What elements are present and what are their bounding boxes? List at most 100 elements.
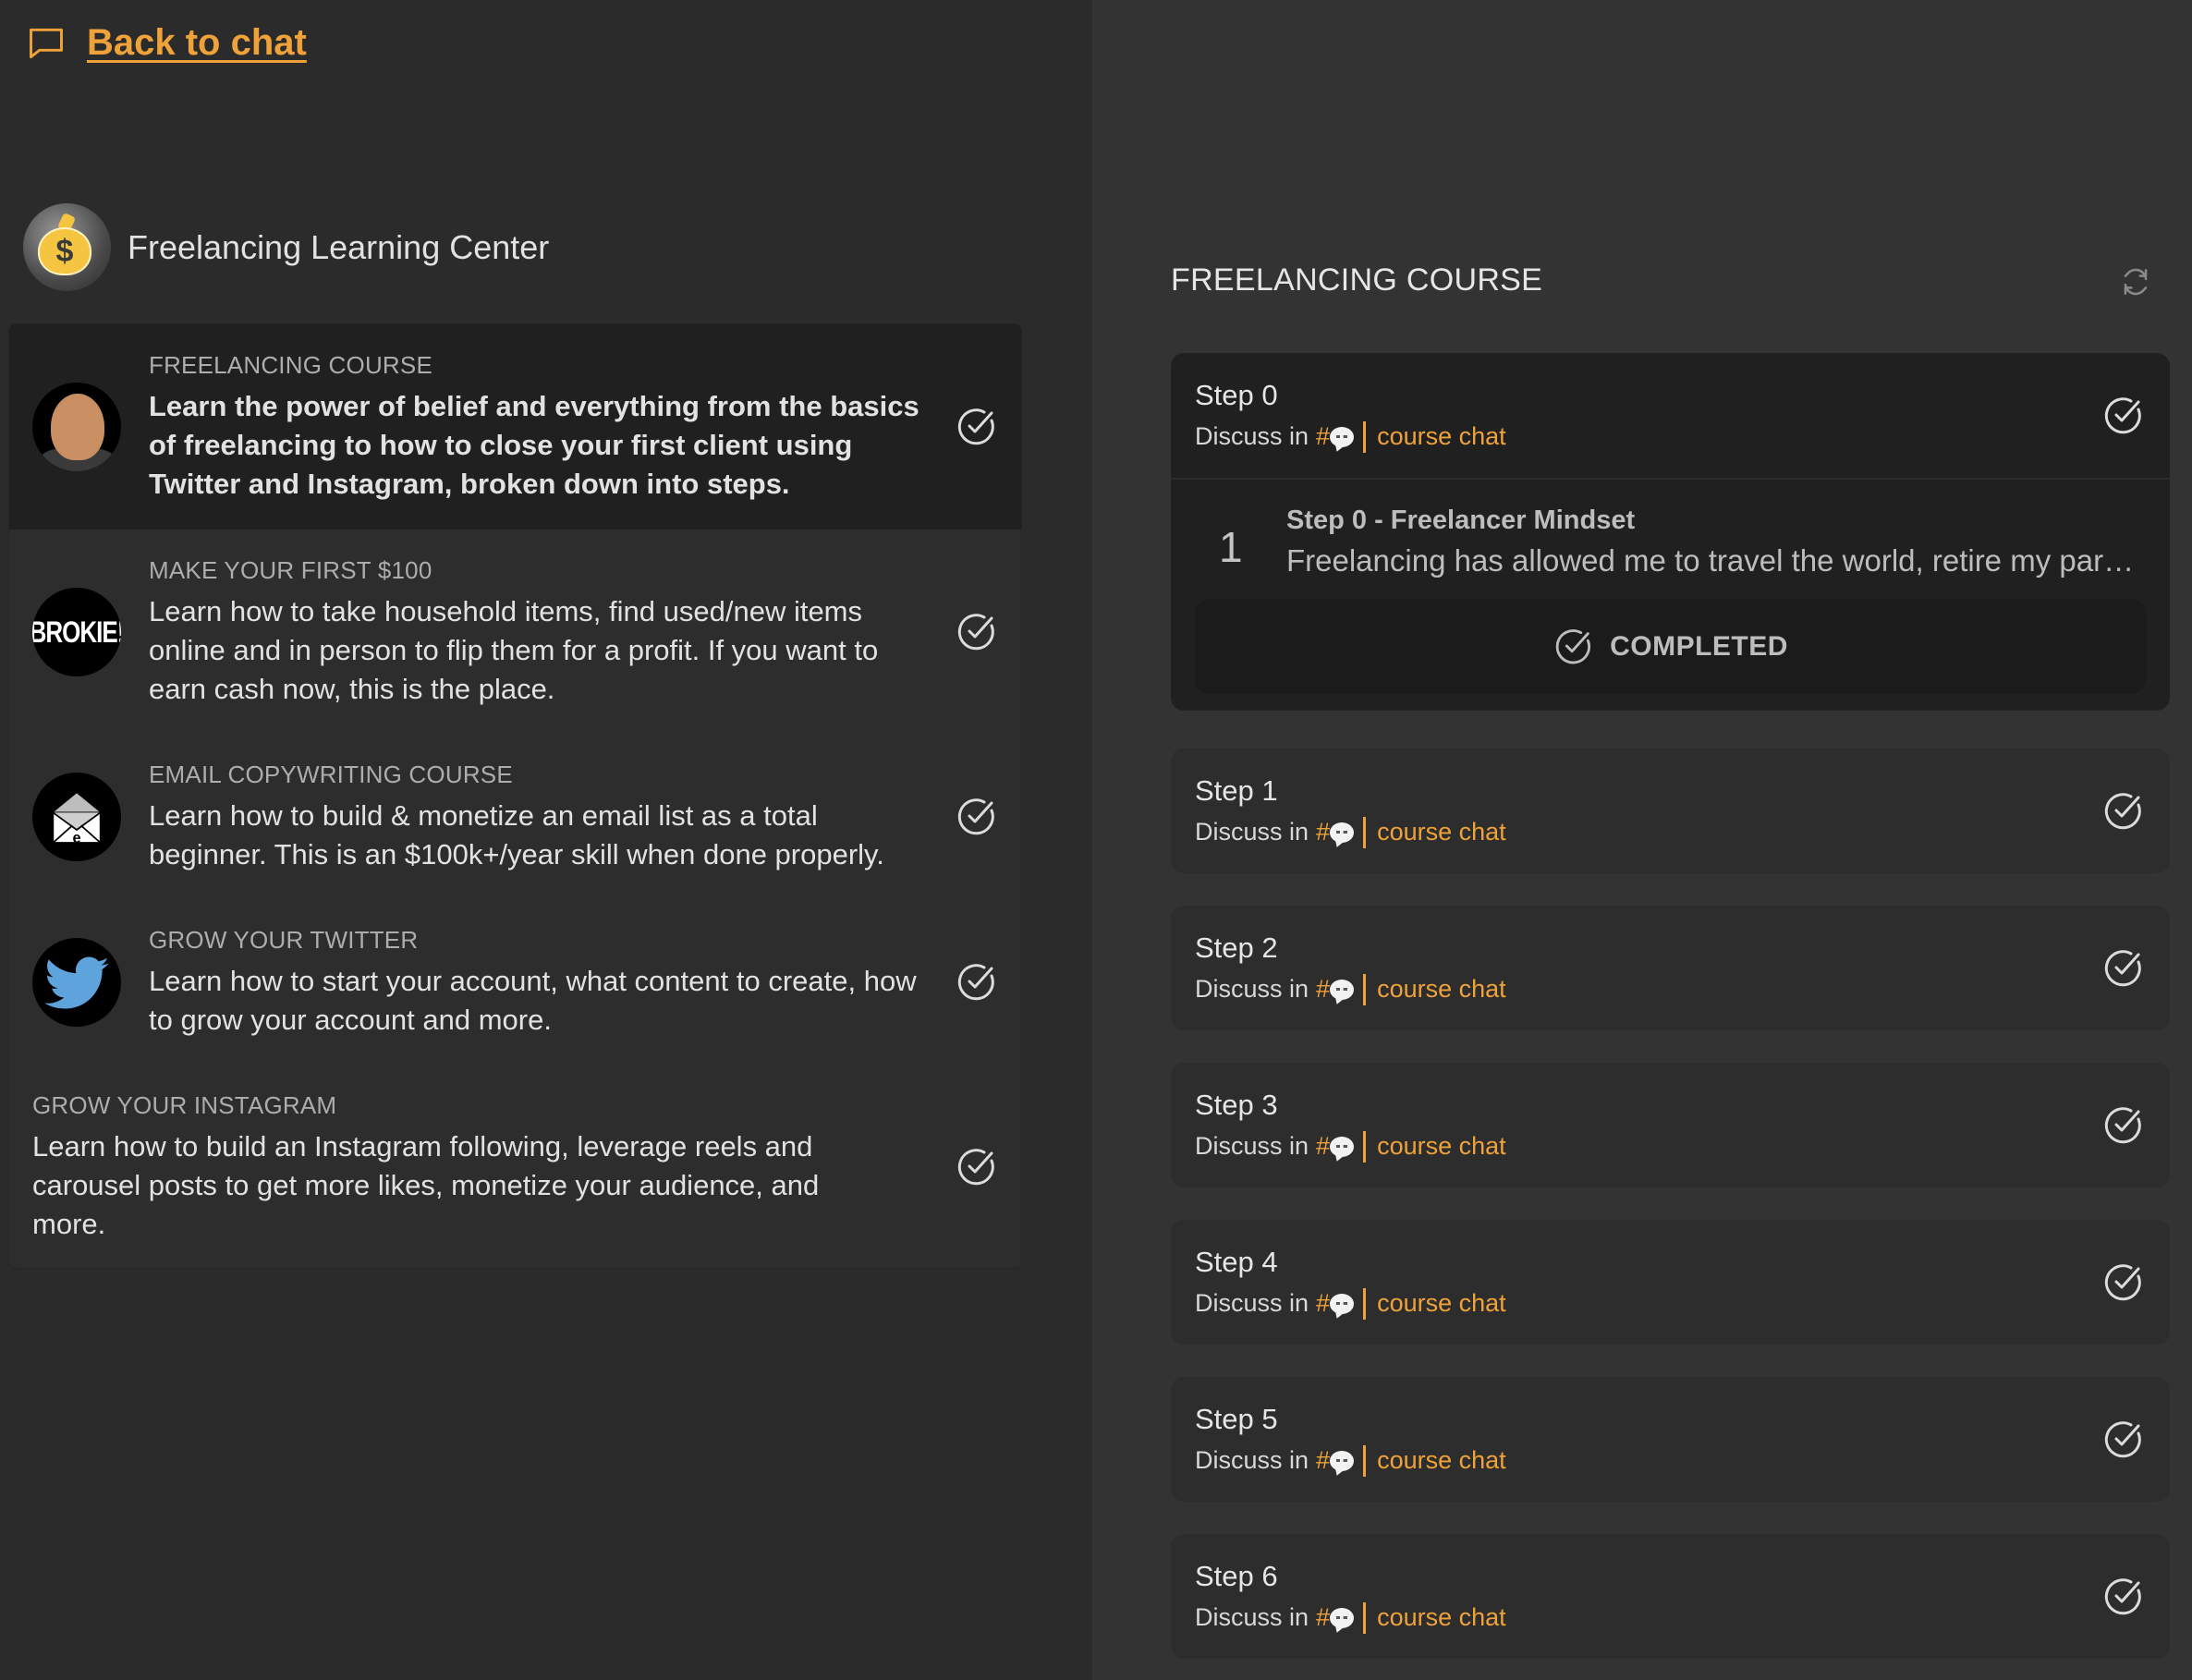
course-sidebar: Back to chat $ Freelancing Learning Cent… [0,0,1092,1680]
refresh-icon[interactable] [2118,264,2153,299]
channel-hash: # [1316,1446,1331,1474]
speech-bubble-icon [1330,1293,1355,1314]
step-header[interactable]: Step 2 Discuss in # course chat [1171,906,2170,1030]
channel-separator [1363,1287,1367,1320]
check-circle-icon [2104,1263,2141,1300]
svg-text:e: e [72,830,80,846]
discuss-prefix: Discuss in [1195,1289,1309,1317]
channel-hash: # [1316,1132,1331,1160]
check-circle-icon [2104,792,2141,829]
course-description: Learn how to build & monetize an email l… [149,798,884,870]
step-card[interactable]: Step 5 Discuss in # course chat [1171,1377,2170,1502]
course-item-instagram[interactable]: GROW YOUR INSTAGRAM Learn how to build a… [9,1065,1021,1268]
channel-hash: # [1316,422,1331,450]
step-header[interactable]: Step 3 Discuss in # course chat [1171,1063,2170,1187]
step-header[interactable]: Step 6 Discuss in # course chat [1171,1534,2170,1659]
channel-separator [1363,420,1367,453]
course-item-freelancing[interactable]: FREELANCING COURSE Learn the power of be… [9,324,1021,530]
discuss-prefix: Discuss in [1195,422,1309,450]
course-description: Learn how to start your account, what co… [149,964,917,1036]
discuss-line: Discuss in # course chat [1195,1444,1506,1477]
chat-bubble-icon [30,28,63,58]
step-header[interactable]: Step 5 Discuss in # course chat [1171,1377,2170,1502]
course-label: EMAIL COPYWRITING COURSE [149,760,513,788]
lesson-item[interactable]: 1 Step 0 - Freelancer Mindset Freelancing … [1171,480,2170,578]
check-circle-icon [2104,1106,2141,1143]
course-description: Learn how to build an Instagram followin… [32,1129,820,1240]
speech-bubble-icon [1330,1607,1355,1628]
course-item-email-copywriting[interactable]: e EMAIL COPYWRITING COURSE Learn how to … [9,735,1021,899]
discuss-line: Discuss in # course chat [1195,973,1506,1005]
step-card[interactable]: Step 6 Discuss in # course chat [1171,1534,2170,1659]
learning-center-title: Freelancing Learning Center [128,227,550,266]
channel-separator [1363,973,1367,1005]
email-envelope-logo: e [32,773,121,861]
step-card[interactable]: Step 1 Discuss in # course chat [1171,749,2170,873]
step-header[interactable]: Step 1 Discuss in # course chat [1171,749,2170,873]
channel-hash: # [1316,818,1331,846]
money-bag-globe-logo: $ [23,203,111,291]
course-item-twitter[interactable]: GROW YOUR TWITTER Learn how to start you… [9,899,1021,1065]
completed-button[interactable]: COMPLETED [1195,599,2146,694]
step-card[interactable]: Step 0 Discuss in # course chat 1 Step 0 - Fr… [1171,353,2170,711]
twitter-bird-icon [44,956,109,1009]
instructor-photo [32,383,121,471]
check-circle-icon [957,614,994,651]
course-chat-link[interactable]: course chat [1377,422,1506,451]
course-label: FREELANCING COURSE [149,350,432,379]
course-chat-link[interactable]: course chat [1377,1603,1506,1632]
course-description: Learn the power of belief and everything… [149,389,919,500]
course-item-first-100[interactable]: BROKIE! MAKE YOUR FIRST $100 Learn how t… [9,530,1021,735]
discuss-line: Discuss in # course chat [1195,1601,1506,1634]
step-header[interactable]: Step 0 Discuss in # course chat [1171,353,2170,478]
step-title: Step 5 [1195,1402,1278,1435]
course-chat-link[interactable]: course chat [1377,818,1506,846]
discuss-line: Discuss in # course chat [1195,1130,1506,1163]
check-circle-icon [957,408,994,445]
step-title: Step 2 [1195,931,1278,964]
discuss-prefix: Discuss in [1195,818,1309,846]
course-label: GROW YOUR INSTAGRAM [32,1090,337,1119]
step-card[interactable]: Step 2 Discuss in # course chat [1171,906,2170,1030]
step-title: Step 0 [1195,378,1278,411]
step-header[interactable]: Step 4 Discuss in # course chat [1171,1220,2170,1345]
lesson-number: 1 [1219,523,1243,571]
learning-center-header: $ Freelancing Learning Center [23,203,549,291]
step-title: Step 6 [1195,1559,1278,1592]
discuss-line: Discuss in # course chat [1195,420,1506,453]
speech-bubble-icon [1330,1136,1355,1157]
back-to-chat-link[interactable]: Back to chat [26,22,307,64]
check-circle-icon [1555,628,1591,663]
course-heading: FREELANCING COURSE [1171,262,1543,298]
speech-bubble-icon [1330,979,1355,1000]
discuss-prefix: Discuss in [1195,1132,1309,1160]
step-title: Step 4 [1195,1245,1278,1278]
course-label: GROW YOUR TWITTER [149,925,419,954]
channel-separator [1363,1601,1367,1634]
step-card[interactable]: Step 4 Discuss in # course chat [1171,1220,2170,1345]
channel-hash: # [1316,975,1331,1003]
course-chat-link[interactable]: course chat [1377,1132,1506,1161]
step-title: Step 1 [1195,773,1278,807]
step-card[interactable]: Step 3 Discuss in # course chat [1171,1063,2170,1187]
check-circle-icon [957,964,994,1001]
discuss-prefix: Discuss in [1195,975,1309,1003]
check-circle-icon [2104,396,2141,433]
channel-separator [1363,816,1367,848]
course-list: FREELANCING COURSE Learn the power of be… [8,323,1022,1269]
discuss-prefix: Discuss in [1195,1446,1309,1474]
lesson-title: Step 0 - Freelancer Mindset [1286,505,1636,535]
back-to-chat-label[interactable]: Back to chat [87,22,307,64]
channel-separator [1363,1444,1367,1477]
discuss-line: Discuss in # course chat [1195,1287,1506,1320]
course-chat-link[interactable]: course chat [1377,1289,1506,1318]
course-chat-link[interactable]: course chat [1377,1446,1506,1475]
speech-bubble-icon [1330,1450,1355,1471]
course-chat-link[interactable]: course chat [1377,975,1506,1004]
envelope-icon: e [52,793,102,846]
brokie-logo: BROKIE! [32,588,121,676]
course-description: Learn how to take household items, find … [149,594,879,705]
channel-hash: # [1316,1603,1331,1631]
check-circle-icon [957,798,994,835]
speech-bubble-icon [1330,822,1355,843]
